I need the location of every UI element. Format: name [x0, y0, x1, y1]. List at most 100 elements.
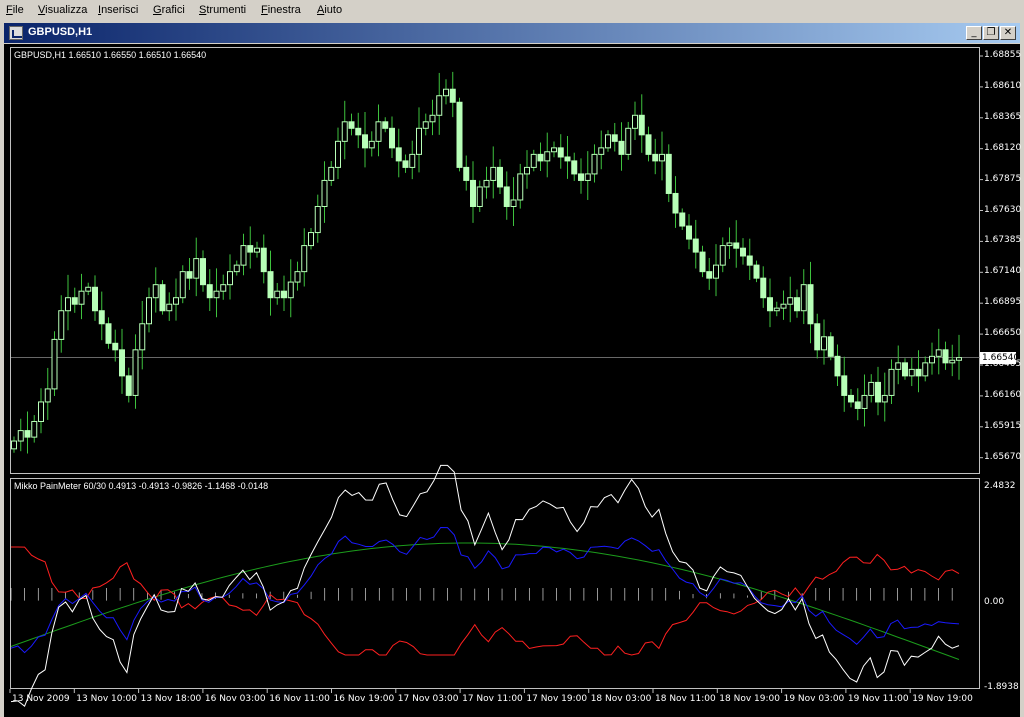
candle-body: [551, 147, 557, 153]
candle-body: [557, 147, 564, 158]
candle-body: [490, 166, 497, 181]
candle-body: [11, 440, 17, 450]
candle-body: [841, 375, 848, 396]
candle-body: [895, 362, 902, 370]
candle-body: [821, 336, 827, 351]
candle-body: [125, 375, 132, 396]
candle-body: [463, 166, 470, 181]
candle-body: [503, 186, 510, 207]
candle-body: [375, 121, 382, 142]
price-tick-label: 1.68120: [984, 142, 1022, 153]
candle-body: [800, 284, 807, 312]
menu-inserisci[interactable]: Inserisci: [98, 4, 138, 16]
candle-body: [240, 245, 247, 266]
candle-body: [78, 290, 85, 305]
candle-body: [746, 255, 753, 266]
menu-aiuto[interactable]: Aiuto: [317, 4, 342, 16]
candle-body: [17, 430, 24, 442]
candle-body: [281, 290, 287, 299]
candle-body: [456, 101, 463, 168]
candle-body: [443, 88, 449, 97]
candle-body: [470, 179, 476, 207]
candle-body: [929, 355, 935, 364]
chart-header: GBPUSD,H1 1.66510 1.66550 1.66510 1.6654…: [14, 50, 207, 60]
candle-body: [301, 245, 308, 273]
chart-area[interactable]: GBPUSD,H1 1.66510 1.66550 1.66510 1.6654…: [4, 44, 1022, 717]
candle-body: [935, 349, 942, 357]
candle-body: [274, 290, 281, 299]
candle-body: [530, 153, 537, 168]
candle-body: [922, 362, 929, 377]
candle-body: [753, 264, 760, 279]
price-tick-label: 1.65670: [984, 451, 1022, 462]
candle-body: [416, 127, 422, 155]
price-tick-label: 1.68610: [984, 80, 1022, 91]
candle-body: [85, 286, 92, 292]
menu-finestra[interactable]: Finestra: [261, 4, 301, 16]
close-button[interactable]: ✕: [1000, 26, 1016, 40]
candle-body: [773, 307, 780, 312]
minimize-button[interactable]: _: [966, 26, 982, 40]
candle-body: [287, 281, 294, 299]
candle-body: [213, 290, 220, 299]
candle-body: [652, 153, 659, 162]
candle-body: [186, 271, 193, 279]
menu-bar: File Visualizza Inserisci Grafici Strume…: [0, 0, 1024, 21]
candle-body: [942, 349, 949, 364]
chart-window-titlebar[interactable]: GBPUSD,H1 _ ❐ ✕: [4, 23, 1020, 43]
price-tick-label: 1.66650: [984, 328, 1022, 339]
candle-body: [571, 160, 578, 175]
candle-body: [105, 323, 112, 344]
candle-body: [584, 173, 591, 181]
candle-body: [328, 166, 335, 181]
candle-body: [422, 121, 429, 129]
menu-file[interactable]: File: [6, 4, 24, 16]
candle-body: [794, 297, 800, 312]
candle-body: [665, 153, 672, 194]
candle-body: [780, 303, 787, 309]
current-price-label: 1.66540: [980, 352, 1020, 364]
candle-body: [881, 394, 888, 403]
candle-body: [247, 245, 254, 253]
time-tick-label: 16 Nov 03:00: [204, 694, 266, 704]
time-tick-label: 16 Nov 19:00: [333, 694, 395, 704]
chart-window-title: GBPUSD,H1: [28, 26, 93, 38]
time-tick-label: 19 Nov 11:00: [847, 694, 909, 704]
candle-body: [98, 310, 105, 325]
menu-strumenti[interactable]: Strumenti: [199, 4, 246, 16]
candle-body: [139, 323, 146, 351]
indicator-tick-label: -1.8938: [984, 682, 1019, 692]
time-tick-label: 17 Nov 11:00: [462, 694, 523, 704]
price-tick-label: 1.67385: [984, 235, 1022, 246]
candle-body: [206, 284, 213, 299]
candle-body: [483, 179, 490, 188]
candle-body: [497, 166, 503, 188]
candle-body: [733, 242, 740, 249]
candle-body: [159, 284, 166, 312]
candle-body: [699, 251, 706, 273]
menu-visualizza[interactable]: Visualizza: [38, 4, 87, 16]
candle-body: [517, 173, 524, 201]
candle-body: [564, 156, 571, 162]
candle-body: [544, 151, 551, 162]
candle-body: [537, 153, 544, 162]
time-tick-label: 19 Nov 03:00: [783, 694, 845, 704]
candle-body: [605, 134, 611, 149]
candle-body: [713, 264, 719, 279]
price-tick-label: 1.67875: [984, 173, 1022, 184]
candle-body: [908, 368, 915, 377]
candle-body: [389, 127, 395, 149]
menu-grafici[interactable]: Grafici: [153, 4, 185, 16]
candle-body: [719, 245, 726, 266]
candle-body: [787, 297, 794, 305]
price-tick-label: 1.68855: [984, 50, 1022, 60]
candle-body: [760, 277, 767, 299]
restore-button[interactable]: ❐: [983, 26, 999, 40]
candle-body: [294, 271, 301, 283]
candle-body: [166, 303, 173, 312]
candle-body: [591, 153, 598, 175]
candle-body: [625, 127, 632, 155]
candle-body: [638, 114, 645, 136]
candle-body: [92, 286, 98, 312]
indicator-tick-label: 2.4832: [984, 481, 1016, 491]
